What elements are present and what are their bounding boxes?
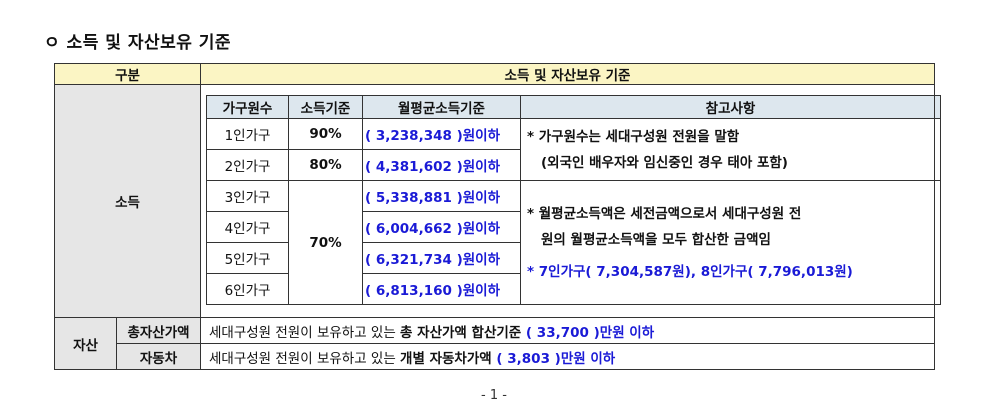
page-number: - 1 - — [481, 388, 507, 403]
income-amount: ( 6,321,734 )원이하 — [362, 242, 521, 274]
income-amount: ( 5,338,881 )원이하 — [362, 180, 521, 212]
household-size: 3인가구 — [206, 180, 289, 212]
income-amount: ( 3,238,348 )원이하 — [362, 118, 521, 150]
note-line: (외국인 배우자와 임신중인 경우 태아 포함) — [541, 154, 788, 171]
income-cell: 가구원수 소득기준 월평균소득기준 참고사항 1인가구 90% ( 3,238,… — [200, 84, 941, 318]
col-income-pct: 소득기준 — [288, 95, 363, 119]
car-label: 자동차 — [116, 343, 201, 370]
table-row: 1인가구 90% ( 3,238,348 )원이하 * 가구원수는 세대구성원 … — [206, 118, 941, 181]
household-size: 4인가구 — [206, 211, 289, 243]
table-row: 3인가구 70% ( 5,338,881 )원이하 * 월평균소득액은 세전금액… — [206, 180, 941, 305]
note-income: * 월평균소득액은 세전금액으로서 세대구성원 전 원의 월평균소득액을 모두 … — [520, 180, 941, 305]
note-household: * 가구원수는 세대구성원 전원을 말함 (외국인 배우자와 임신중인 경우 태… — [520, 118, 941, 181]
car-bold: 개별 자동차가액 — [400, 350, 492, 367]
criteria-table: 구분 소득 및 자산보유 기준 소득 가구원수 소득기준 월평균소득기준 참고사… — [54, 63, 941, 370]
household-size: 5인가구 — [206, 242, 289, 274]
income-pct: 90% — [288, 118, 363, 150]
income-pct: 70% — [288, 180, 363, 305]
col-household-size: 가구원수 — [206, 95, 289, 119]
household-size: 1인가구 — [206, 118, 289, 150]
income-amount: ( 6,813,160 )원이하 — [362, 273, 521, 305]
total-assets-prefix: 세대구성원 전원이 보유하고 있는 — [209, 324, 401, 341]
car-desc: 세대구성원 전원이 보유하고 있는 개별 자동차가액 ( 3,803 )만원 이… — [200, 343, 935, 370]
household-size: 2인가구 — [206, 149, 289, 181]
note-line: * 월평균소득액은 세전금액으로서 세대구성원 전 — [527, 205, 802, 222]
total-assets-value: ( 33,700 )만원 이하 — [521, 324, 655, 341]
total-assets-bold: 총 자산가액 합산기준 — [400, 324, 522, 341]
header-category: 구분 — [54, 63, 201, 85]
note-line: * 가구원수는 세대구성원 전원을 말함 — [527, 128, 740, 145]
col-monthly-income: 월평균소득기준 — [362, 95, 521, 119]
note-line: 원의 월평균소득액을 모두 합산한 금액임 — [541, 231, 771, 248]
section-title: ㅇ 소득 및 자산보유 기준 — [44, 33, 232, 53]
car-prefix: 세대구성원 전원이 보유하고 있는 — [209, 350, 401, 367]
total-assets-label: 총자산가액 — [116, 317, 201, 344]
income-label: 소득 — [54, 84, 201, 318]
header-criteria: 소득 및 자산보유 기준 — [200, 63, 935, 85]
income-pct: 80% — [288, 149, 363, 181]
income-amount: ( 6,004,662 )원이하 — [362, 211, 521, 243]
income-table: 가구원수 소득기준 월평균소득기준 참고사항 1인가구 90% ( 3,238,… — [206, 95, 941, 305]
household-size: 6인가구 — [206, 273, 289, 305]
income-amount: ( 4,381,602 )원이하 — [362, 149, 521, 181]
col-notes: 참고사항 — [520, 95, 941, 119]
car-value: ( 3,803 )만원 이하 — [491, 350, 616, 367]
total-assets-desc: 세대구성원 전원이 보유하고 있는 총 자산가액 합산기준 ( 33,700 )… — [200, 317, 935, 344]
assets-label: 자산 — [54, 317, 117, 370]
note-line: * 7인가구( 7,304,587원), 8인가구( 7,796,013원) — [527, 263, 853, 280]
